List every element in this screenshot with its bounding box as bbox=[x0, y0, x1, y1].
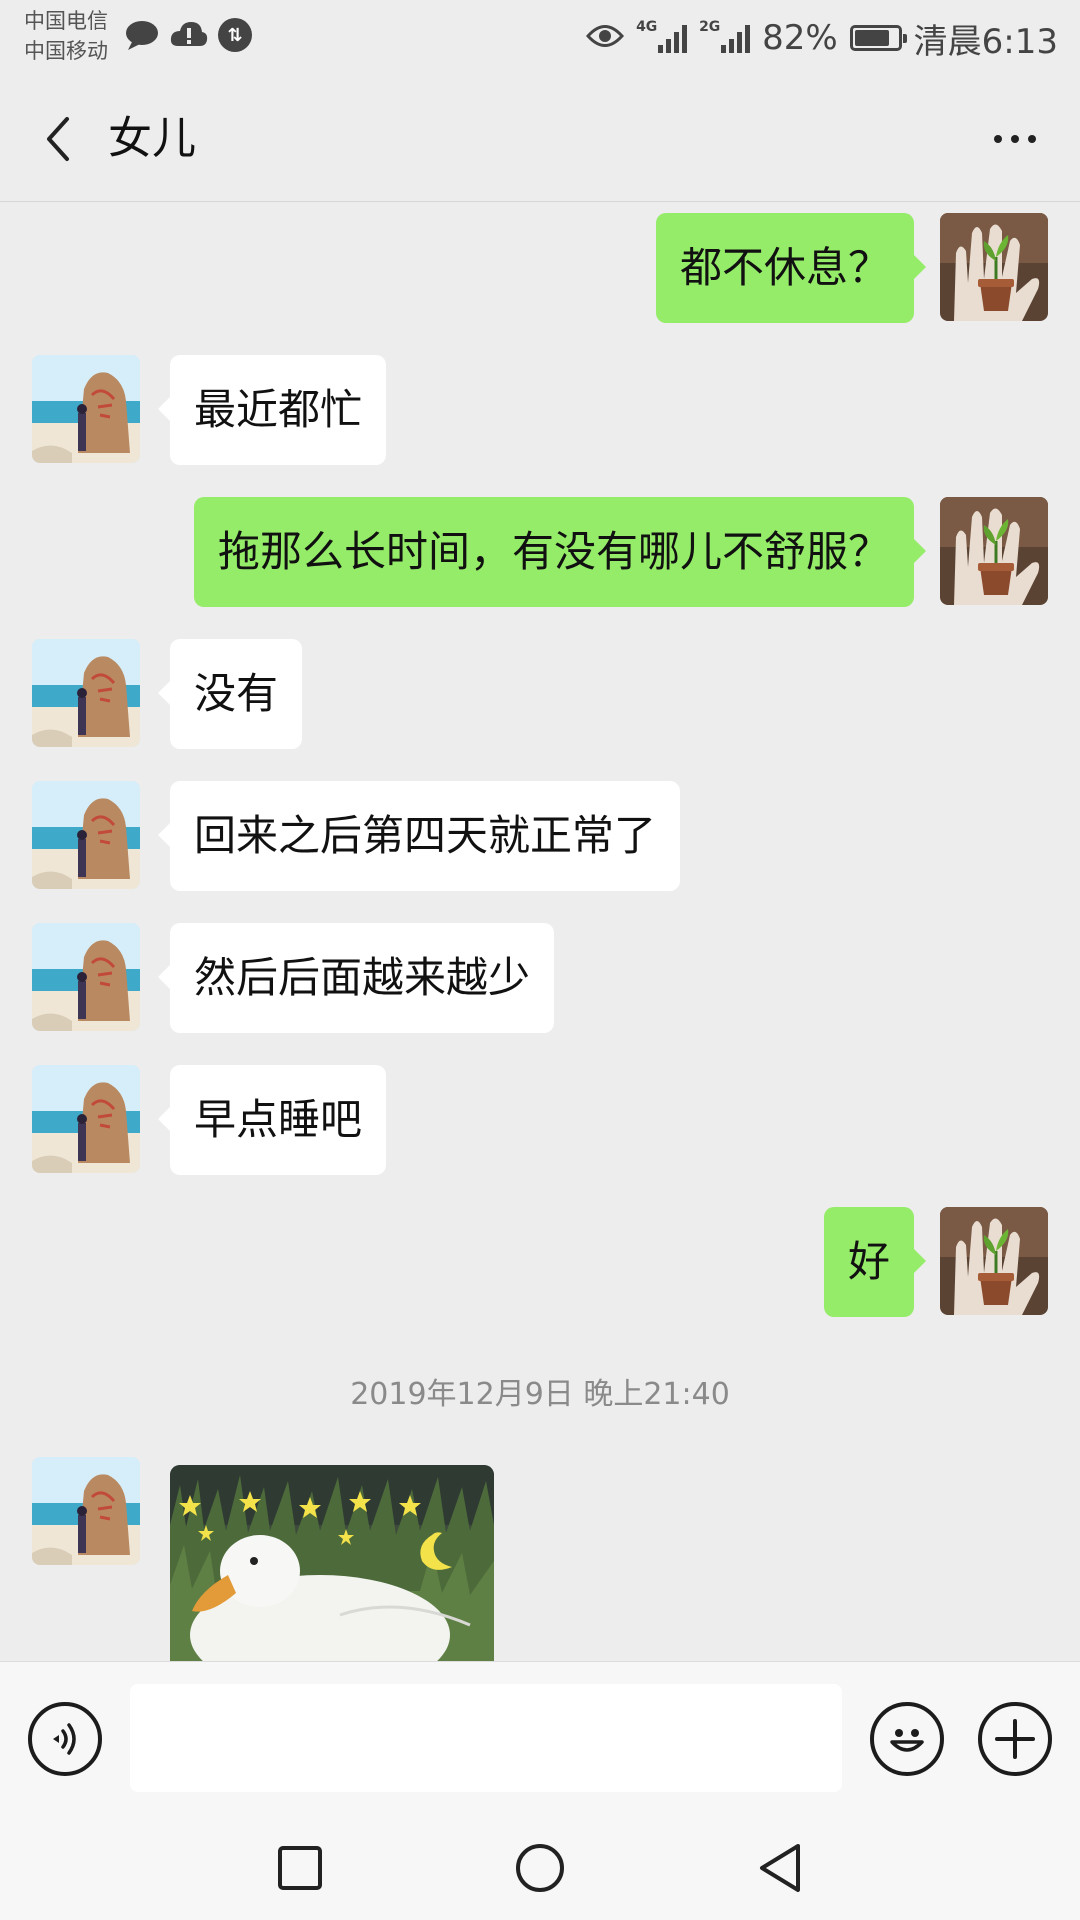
nav-back-button[interactable] bbox=[745, 1833, 815, 1903]
chat-title: 女儿 bbox=[108, 113, 196, 164]
plus-icon bbox=[995, 1719, 1035, 1759]
back-button[interactable] bbox=[30, 106, 86, 172]
notification-icons: ⇅ bbox=[124, 18, 252, 56]
contact-avatar[interactable] bbox=[32, 639, 140, 747]
status-bar: 中国电信 中国移动 ⇅ 4G 2G 82% 清晨6:13 bbox=[0, 0, 1080, 76]
contact-avatar[interactable] bbox=[32, 355, 140, 463]
back-icon bbox=[760, 1844, 800, 1892]
duck-moon-sticker bbox=[170, 1465, 494, 1661]
eye-icon bbox=[586, 18, 625, 58]
voice-icon bbox=[53, 1723, 76, 1755]
message-icon bbox=[124, 18, 160, 56]
message-bubble-contact[interactable]: 回来之后第四天就正常了 bbox=[157, 781, 681, 891]
message-bubble-own[interactable]: 都不休息？ bbox=[655, 213, 927, 323]
timestamp: 2019年12月9日 晚上21:40 bbox=[350, 1377, 730, 1412]
message-input[interactable] bbox=[130, 1684, 842, 1792]
own-avatar[interactable] bbox=[940, 1207, 1048, 1315]
network-type-2: 2G bbox=[699, 19, 721, 35]
home-button[interactable] bbox=[505, 1833, 575, 1903]
carrier-1: 中国电信 bbox=[24, 9, 108, 33]
own-avatar[interactable] bbox=[940, 497, 1048, 605]
message-bubble-contact[interactable]: 没有 bbox=[157, 639, 303, 749]
system-status: 4G 2G 82% 清晨6:13 bbox=[586, 14, 1058, 62]
chat-header: 女儿 bbox=[0, 76, 1080, 202]
input-bar bbox=[0, 1661, 1080, 1813]
battery-icon bbox=[849, 25, 907, 51]
contact-avatar[interactable] bbox=[32, 923, 140, 1031]
more-icon bbox=[994, 135, 1002, 143]
message-bubble-contact[interactable]: 早点睡吧 bbox=[157, 1065, 387, 1175]
data-transfer-icon: ⇅ bbox=[218, 18, 252, 52]
home-icon bbox=[516, 1844, 564, 1892]
own-avatar[interactable] bbox=[940, 213, 1048, 321]
battery-level bbox=[854, 30, 890, 46]
signal-icon: 4G bbox=[636, 19, 688, 53]
clock: 清晨6:13 bbox=[913, 21, 1058, 62]
carrier-2: 中国移动 bbox=[24, 39, 108, 63]
voice-button[interactable] bbox=[28, 1702, 102, 1776]
recent-apps-icon bbox=[278, 1846, 322, 1890]
contact-avatar[interactable] bbox=[32, 1065, 140, 1173]
carrier-info: 中国电信 中国移动 bbox=[24, 6, 108, 66]
image-message[interactable] bbox=[170, 1465, 494, 1661]
signal-icon-2: 2G bbox=[699, 19, 751, 53]
message-bubble-contact[interactable]: 最近都忙 bbox=[157, 355, 387, 465]
network-type-1: 4G bbox=[636, 19, 658, 35]
back-arrow-icon bbox=[47, 117, 69, 161]
emoji-button[interactable] bbox=[870, 1702, 944, 1776]
battery-percent: 82% bbox=[762, 18, 838, 58]
contact-avatar[interactable] bbox=[32, 1457, 140, 1565]
contact-avatar[interactable] bbox=[32, 781, 140, 889]
cloud-alert-icon bbox=[170, 18, 208, 56]
system-nav-bar bbox=[0, 1813, 1080, 1920]
message-bubble-own[interactable]: 好 bbox=[823, 1207, 927, 1317]
more-button[interactable] bbox=[980, 110, 1050, 168]
message-bubble-contact[interactable]: 然后后面越来越少 bbox=[157, 923, 555, 1033]
message-list[interactable]: 都不休息？ 最近都忙 拖那么长时间，有没有哪儿不舒服？ 没有 回来之后第四天就正… bbox=[0, 203, 1080, 1661]
recent-apps-button[interactable] bbox=[265, 1833, 335, 1903]
message-bubble-own[interactable]: 拖那么长时间，有没有哪儿不舒服？ bbox=[193, 497, 927, 607]
emoji-icon bbox=[890, 1729, 924, 1752]
more-functions-button[interactable] bbox=[978, 1702, 1052, 1776]
